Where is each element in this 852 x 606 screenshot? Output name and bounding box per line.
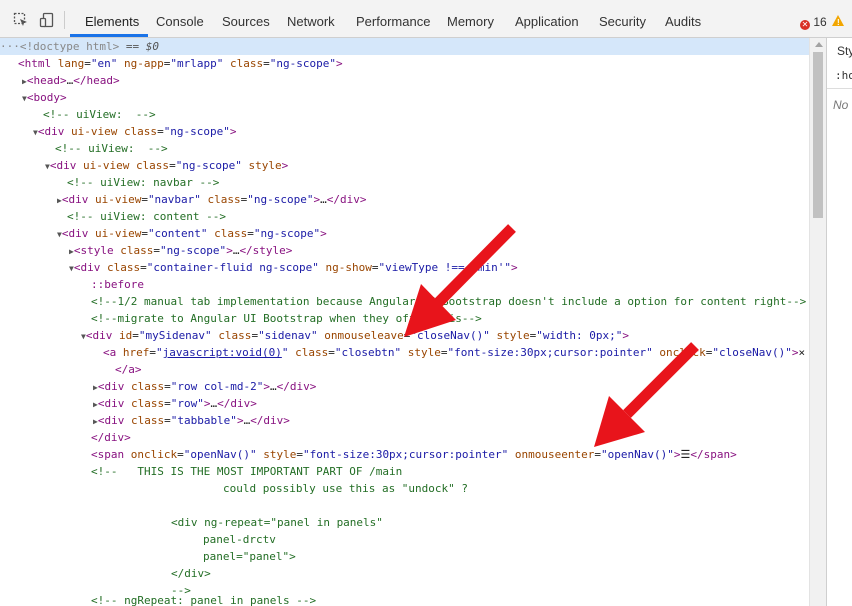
tree-row-div-tabbable[interactable]: ▶<div class="tabbable">…</div> bbox=[93, 412, 290, 429]
tree-row-doctype[interactable]: ···<!doctype html> == $0 bbox=[0, 38, 809, 55]
styles-divider bbox=[827, 88, 852, 89]
active-tab-indicator bbox=[70, 34, 148, 37]
error-count: 16 bbox=[813, 15, 827, 29]
tree-row-anchor[interactable]: <a href="javascript:void(0)" class="clos… bbox=[103, 344, 805, 361]
selection-dots-icon: ··· bbox=[0, 40, 20, 53]
tree-row-comment[interactable]: panel-drctv bbox=[203, 531, 276, 548]
tree-row-div-sidenav[interactable]: ▼<div id="mySidenav" class="sidenav" onm… bbox=[81, 327, 629, 344]
tab-elements[interactable]: Elements bbox=[85, 0, 139, 37]
elements-tree: ···<!doctype html> == $0 <html lang="en"… bbox=[0, 38, 809, 606]
tree-row-div-content[interactable]: ▼<div ui-view="content" class="ng-scope"… bbox=[57, 225, 327, 242]
styles-pane: Sty :ho No bbox=[826, 38, 852, 606]
tree-row-div-row[interactable]: ▶<div class="row">…</div> bbox=[93, 395, 257, 412]
tab-styles[interactable]: Sty bbox=[837, 44, 852, 58]
tree-row-pseudo[interactable]: ::before bbox=[91, 276, 144, 293]
tree-row-div-navbar[interactable]: ▶<div ui-view="navbar" class="ng-scope">… bbox=[57, 191, 367, 208]
tree-row-comment[interactable]: <!-- uiView: --> bbox=[43, 106, 156, 123]
tree-row-close-a[interactable]: </a> bbox=[115, 361, 142, 378]
tab-memory[interactable]: Memory bbox=[447, 0, 494, 37]
tree-row-comment[interactable]: <!-- uiView: navbar --> bbox=[67, 174, 219, 191]
tab-sources[interactable]: Sources bbox=[222, 0, 270, 37]
tree-row-comment[interactable]: <!-- THIS IS THE MOST IMPORTANT PART OF … bbox=[91, 463, 402, 480]
tree-row-comment[interactable]: <!-- uiView: content --> bbox=[67, 208, 226, 225]
tree-row-span[interactable]: <span onclick="openNav()" style="font-si… bbox=[91, 446, 737, 463]
tree-row-comment[interactable]: <!--1/2 manual tab implementation becaus… bbox=[91, 293, 806, 310]
elements-scrollbar[interactable] bbox=[809, 38, 826, 606]
tab-network[interactable]: Network bbox=[287, 0, 335, 37]
tree-row-div-row-col[interactable]: ▶<div class="row col-md-2">…</div> bbox=[93, 378, 316, 395]
toolbar-divider bbox=[64, 11, 65, 29]
tree-row-div[interactable]: ▼<div ui-view class="ng-scope" style> bbox=[45, 157, 288, 174]
tab-audits[interactable]: Audits bbox=[665, 0, 701, 37]
tree-row-close-div[interactable]: </div> bbox=[91, 429, 131, 446]
tree-row-body[interactable]: ▼<body> bbox=[22, 89, 67, 106]
href-link[interactable]: javascript:void(0) bbox=[163, 346, 282, 359]
tab-application[interactable]: Application bbox=[515, 0, 579, 37]
tree-row-comment[interactable]: <div ng-repeat="panel in panels" bbox=[171, 514, 383, 531]
devtools-toolbar: Elements Console Sources Network Perform… bbox=[0, 0, 852, 38]
tree-row-comment[interactable]: <!-- uiView: --> bbox=[55, 140, 168, 157]
tree-row-comment[interactable]: <!-- ngRepeat: panel in panels --> bbox=[91, 592, 316, 606]
tree-row-comment[interactable]: </div> bbox=[171, 565, 211, 582]
tree-row-comment[interactable]: <!--migrate to Angular UI Bootstrap when… bbox=[91, 310, 482, 327]
tree-row-div-container[interactable]: ▼<div class="container-fluid ng-scope" n… bbox=[69, 259, 518, 276]
scroll-up-arrow-icon[interactable] bbox=[815, 42, 823, 47]
hover-state-toggle[interactable]: :ho bbox=[835, 69, 852, 82]
tree-row-head[interactable]: ▶<head>…</head> bbox=[22, 72, 120, 89]
scrollbar-thumb[interactable] bbox=[813, 52, 823, 218]
error-counter[interactable]: ✕ 16 bbox=[800, 15, 827, 30]
inspect-element-icon[interactable] bbox=[13, 12, 29, 28]
device-toolbar-icon[interactable] bbox=[39, 12, 55, 28]
tree-row-style[interactable]: ▶<style class="ng-scope">…</style> bbox=[69, 242, 292, 259]
styles-empty-text: No bbox=[833, 98, 849, 112]
warning-mark: ! bbox=[837, 18, 840, 27]
selected-node-marker: == $0 bbox=[119, 40, 159, 53]
tree-row-div[interactable]: ▼<div ui-view class="ng-scope"> bbox=[33, 123, 237, 140]
error-icon: ✕ bbox=[800, 20, 810, 30]
doctype: <!doctype html> bbox=[19, 40, 120, 53]
tab-security[interactable]: Security bbox=[599, 0, 646, 37]
tree-row-comment[interactable]: panel="panel"> bbox=[203, 548, 296, 565]
tab-performance[interactable]: Performance bbox=[356, 0, 430, 37]
tree-row-comment[interactable]: could possibly use this as "undock" ? bbox=[223, 480, 468, 497]
tree-row-html[interactable]: <html lang="en" ng-app="mrlapp" class="n… bbox=[18, 55, 343, 72]
tab-console[interactable]: Console bbox=[156, 0, 204, 37]
